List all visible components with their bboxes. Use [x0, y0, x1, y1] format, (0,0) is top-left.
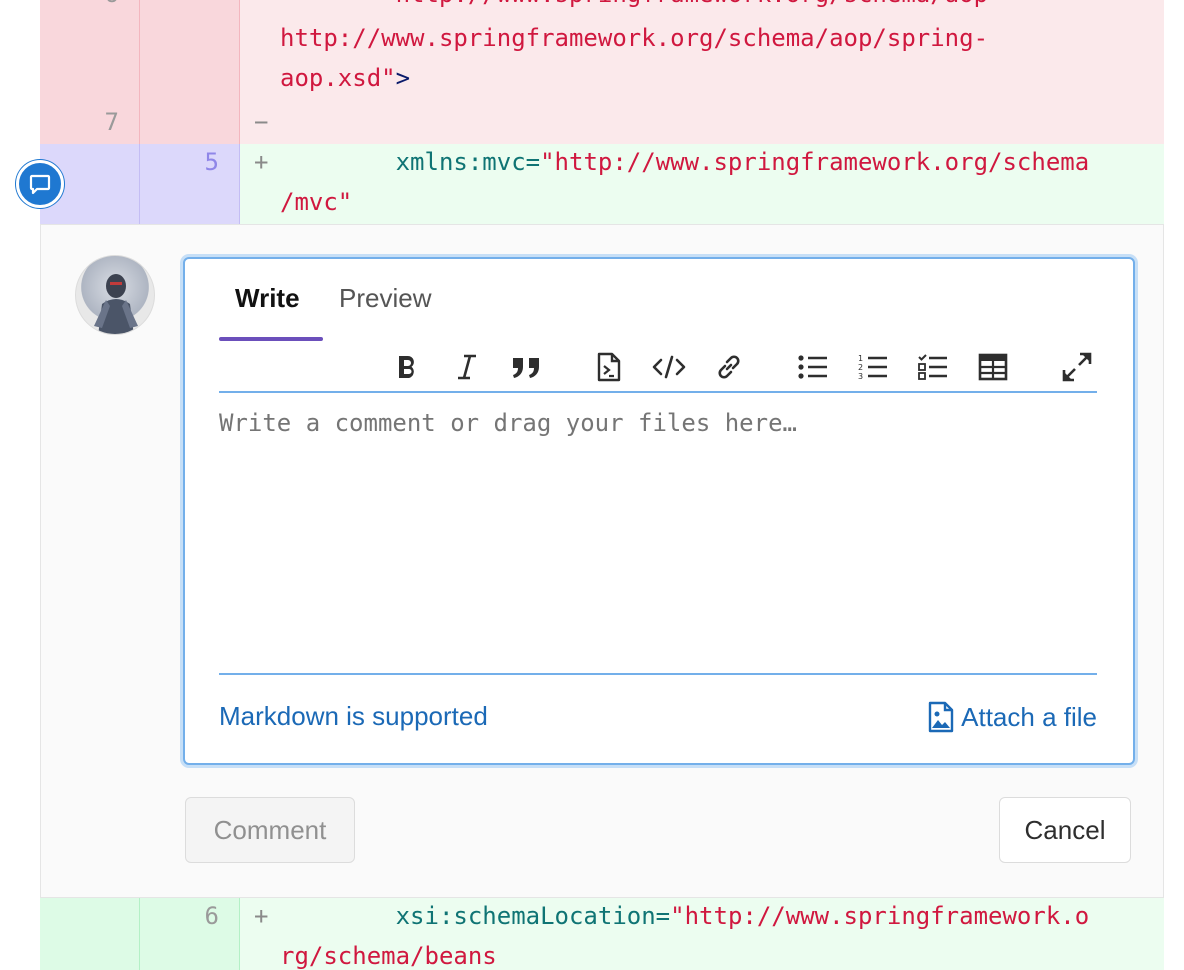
- new-line-number[interactable]: 5: [140, 144, 240, 224]
- svg-text:3: 3: [858, 372, 863, 381]
- quote-button[interactable]: [507, 347, 547, 387]
- comment-button[interactable]: Comment: [185, 797, 355, 863]
- numbered-list-icon: 123: [858, 354, 887, 381]
- comment-icon: [29, 174, 51, 195]
- link-icon: [718, 355, 740, 379]
- italic-icon: [458, 354, 476, 380]
- code-line: http://www.springframework.org/schema/ao…: [280, 24, 989, 52]
- italic-button[interactable]: [447, 347, 487, 387]
- code-icon: [652, 355, 686, 379]
- task-list-button[interactable]: [913, 347, 953, 387]
- link-button[interactable]: [709, 347, 749, 387]
- code-line: /mvc": [280, 188, 353, 216]
- diff-row-deleted: 7 −: [40, 104, 1164, 144]
- attach-file-button[interactable]: Attach a file: [927, 701, 1097, 733]
- code-button[interactable]: [649, 347, 689, 387]
- discussion-form: Write Preview 1 2 3 Write a comment or d…: [40, 224, 1164, 898]
- old-line-number: [40, 898, 140, 970]
- code-line: http://www.springframework.org/schema/ao…: [280, 0, 988, 8]
- code-line: xsi:schemaLocation="http://www.springfra…: [395, 902, 1090, 930]
- new-line-number: [140, 104, 240, 144]
- task-list-icon: [918, 354, 947, 380]
- diff-sign: +: [254, 148, 269, 176]
- new-line-number[interactable]: 6: [140, 898, 240, 970]
- comment-textarea[interactable]: [219, 409, 1097, 669]
- code-line: aop.xsd">: [280, 64, 411, 92]
- fullscreen-icon: [1062, 352, 1092, 382]
- tab-write[interactable]: Write: [235, 283, 300, 314]
- comment-editor: Write Preview 1 2 3 Write a comment or d…: [183, 257, 1135, 765]
- attach-file-label: Attach a file: [961, 701, 1097, 732]
- add-diff-comment-button[interactable]: [16, 160, 64, 208]
- bullet-list-icon: [798, 355, 827, 379]
- code-line: rg/schema/beans: [280, 942, 497, 970]
- bold-button[interactable]: [387, 347, 427, 387]
- cancel-button[interactable]: Cancel: [999, 797, 1131, 863]
- old-line-number[interactable]: 7: [40, 104, 140, 144]
- avatar: [75, 255, 155, 335]
- svg-text:2: 2: [858, 363, 863, 372]
- editor-footer: Markdown is supported Attach a file: [219, 673, 1097, 753]
- bullet-list-button[interactable]: [793, 347, 833, 387]
- code-cell: −: [240, 104, 1164, 144]
- tab-preview[interactable]: Preview: [339, 283, 431, 314]
- insert-code-file-button[interactable]: [589, 347, 629, 387]
- diff-sign: −: [254, 108, 269, 136]
- bold-icon: [399, 356, 414, 378]
- code-file-icon: [597, 352, 621, 382]
- fullscreen-button[interactable]: [1057, 347, 1097, 387]
- image-file-icon: [928, 701, 954, 733]
- svg-text:1: 1: [858, 354, 863, 363]
- markdown-toolbar: 123: [219, 347, 1097, 393]
- diff-row-added-selected: 5 + xmlns:mvc="http://www.springframewor…: [40, 144, 1164, 224]
- active-tab-indicator: [219, 337, 323, 341]
- quote-icon: [513, 358, 539, 378]
- code-cell: + xsi:schemaLocation="http://www.springf…: [240, 898, 1164, 970]
- markdown-help-link[interactable]: Markdown is supported: [219, 701, 488, 732]
- table-button[interactable]: [973, 347, 1013, 387]
- code-cell: + xmlns:mvc="http://www.springframework.…: [240, 144, 1164, 224]
- numbered-list-button[interactable]: 123: [853, 347, 893, 387]
- table-icon: [978, 353, 1008, 381]
- diff-row-added: 6 + xsi:schemaLocation="http://www.sprin…: [40, 898, 1164, 970]
- diff-sign: +: [254, 902, 269, 930]
- code-line: xmlns:mvc="http://www.springframework.or…: [395, 148, 1090, 176]
- diff-sign: −: [254, 0, 268, 8]
